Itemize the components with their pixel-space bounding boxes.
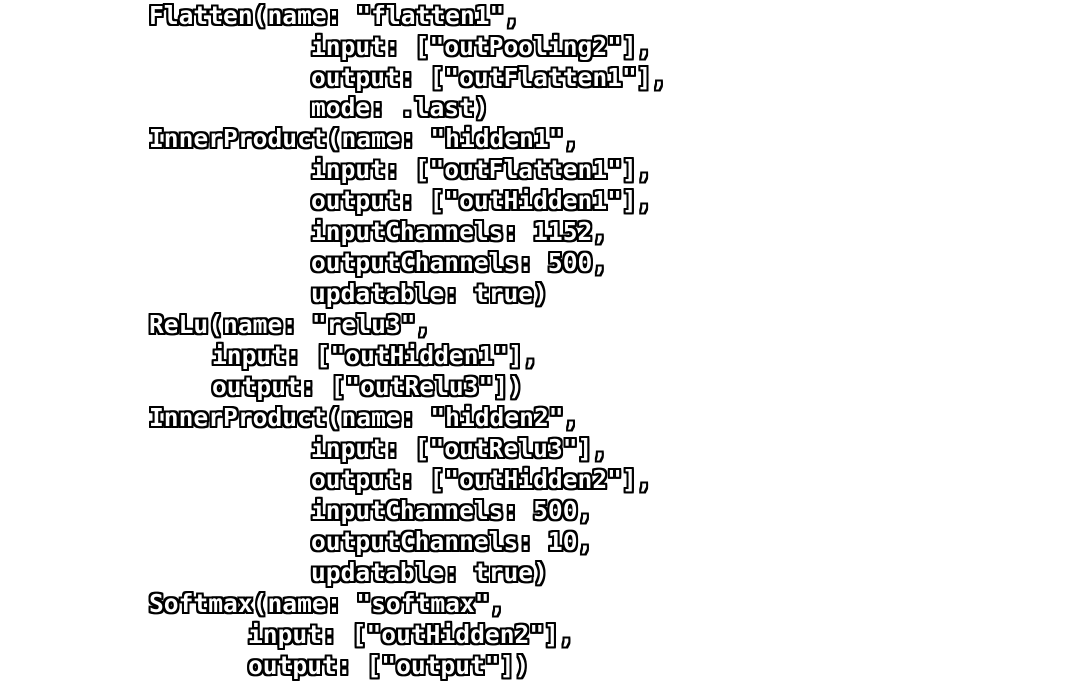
- code-line: output: ["outRelu3"]): [212, 372, 523, 401]
- code-line: updatable: true): [311, 279, 548, 308]
- code-line: mode: .last): [311, 93, 489, 122]
- code-line: updatable: true): [311, 558, 548, 587]
- code-line: input: ["outHidden1"],: [212, 341, 538, 370]
- code-line: output: ["outHidden2"],: [311, 465, 652, 494]
- code-snippet: Flatten(name: "flatten1", input: ["outPo…: [0, 0, 1080, 682]
- code-line: InnerProduct(name: "hidden1",: [149, 124, 579, 153]
- code-line: output: ["outFlatten1"],: [311, 63, 667, 92]
- code-line: outputChannels: 500,: [311, 248, 608, 277]
- code-line: output: ["output"]): [248, 651, 530, 680]
- code-line: ReLu(name: "relu3",: [149, 310, 431, 339]
- code-line: inputChannels: 500,: [311, 496, 593, 525]
- code-line: outputChannels: 10,: [311, 527, 593, 556]
- code-line: output: ["outHidden1"],: [311, 186, 652, 215]
- code-line: input: ["outHidden2"],: [248, 620, 574, 649]
- code-line: Softmax(name: "softmax",: [149, 589, 505, 618]
- code-line: InnerProduct(name: "hidden2",: [149, 403, 579, 432]
- code-line: input: ["outFlatten1"],: [311, 155, 652, 184]
- code-line: input: ["outRelu3"],: [311, 434, 608, 463]
- code-line: inputChannels: 1152,: [311, 217, 608, 246]
- code-line: Flatten(name: "flatten1",: [149, 1, 520, 30]
- code-line: input: ["outPooling2"],: [311, 32, 652, 61]
